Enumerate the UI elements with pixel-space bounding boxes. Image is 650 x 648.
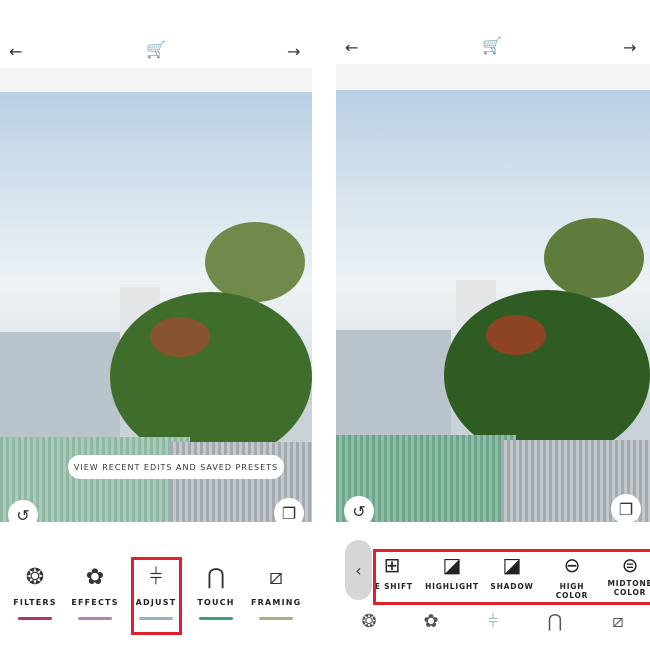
layers-icon[interactable]: ❐ [274, 498, 304, 528]
touch-icon: ⋂ [206, 565, 226, 590]
tool-touch[interactable]: ⋂ TOUCH [191, 564, 241, 620]
photo-preview[interactable] [336, 90, 650, 522]
touch-icon[interactable]: ⋂ [540, 611, 570, 632]
top-divider [0, 68, 312, 92]
filters-bar [18, 617, 52, 620]
touch-bar [199, 617, 233, 620]
layers-icon[interactable]: ❐ [611, 494, 641, 524]
back-arrow-icon[interactable]: ← [345, 40, 358, 56]
tool-framing[interactable]: ⧄ FRAMING [251, 564, 301, 620]
top-divider [336, 64, 650, 90]
collapse-back-button[interactable]: ‹ [345, 540, 372, 600]
tool-filters[interactable]: ❂ FILTERS [10, 564, 60, 620]
forward-arrow-icon[interactable]: → [623, 40, 636, 56]
highlight-box [131, 557, 182, 635]
back-arrow-icon[interactable]: ← [9, 44, 22, 60]
effects-bar [78, 617, 112, 620]
highlight-box [373, 549, 650, 605]
sliders-icon[interactable]: ⫩ [478, 611, 508, 632]
crop-icon: ⧄ [269, 565, 283, 590]
effects-icon[interactable]: ✿ [416, 611, 446, 632]
framing-bar [259, 617, 293, 620]
cart-icon[interactable]: 🛒 [146, 42, 166, 58]
filters-icon[interactable]: ❂ [354, 611, 384, 632]
filters-icon: ❂ [25, 565, 45, 590]
forward-arrow-icon[interactable]: → [287, 44, 300, 60]
effects-icon: ✿ [85, 565, 105, 590]
recent-edits-tooltip[interactable]: VIEW RECENT EDITS AND SAVED PRESETS [68, 455, 284, 479]
undo-icon[interactable]: ↺ [8, 500, 38, 530]
undo-icon[interactable]: ↺ [344, 496, 374, 526]
tool-effects[interactable]: ✿ EFFECTS [70, 564, 120, 620]
crop-icon[interactable]: ⧄ [603, 611, 633, 632]
cart-icon[interactable]: 🛒 [482, 38, 502, 54]
